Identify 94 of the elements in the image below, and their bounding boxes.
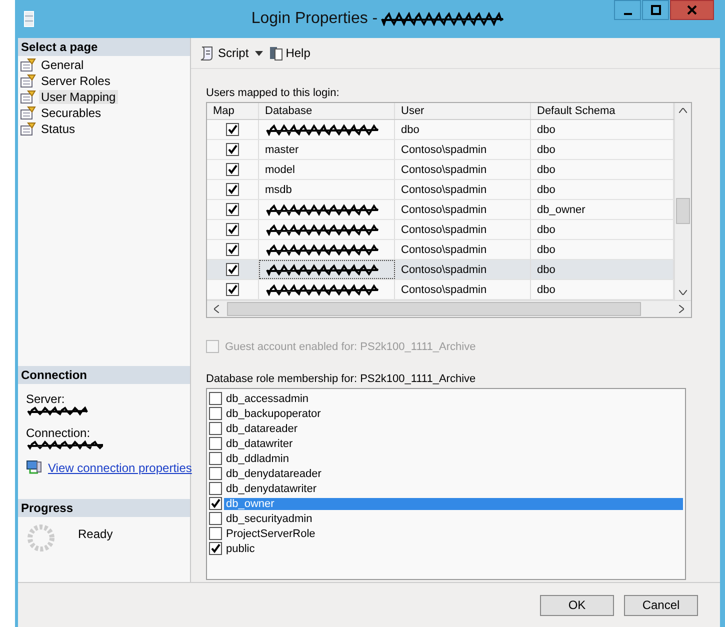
role-checkbox[interactable] bbox=[209, 392, 222, 405]
column-header[interactable]: Database bbox=[259, 103, 395, 119]
role-item[interactable]: db_securityadmin bbox=[224, 512, 683, 524]
section-header: Progress bbox=[18, 499, 190, 517]
grid-row[interactable]: msdb Contoso\spadmin dbo bbox=[207, 180, 674, 200]
map-checkbox[interactable] bbox=[226, 203, 239, 216]
role-item[interactable]: db_denydatawriter bbox=[224, 482, 683, 494]
role-checkbox[interactable] bbox=[209, 407, 222, 420]
page-item[interactable]: Securables bbox=[39, 106, 104, 120]
grid-row[interactable]: Contoso\spadmin db_owner bbox=[207, 200, 674, 220]
table-cell: Contoso\spadmin bbox=[395, 220, 531, 239]
table-cell: Contoso\spadmin bbox=[395, 160, 531, 179]
help-icon bbox=[268, 45, 283, 61]
column-header[interactable]: User bbox=[395, 103, 531, 119]
table-cell: model bbox=[259, 160, 395, 179]
role-checkbox[interactable] bbox=[209, 437, 222, 450]
role-item[interactable]: db_owner bbox=[224, 498, 683, 510]
map-checkbox[interactable] bbox=[226, 143, 239, 156]
role-item[interactable]: db_datawriter bbox=[224, 438, 683, 450]
scroll-down-icon[interactable] bbox=[679, 290, 687, 295]
close-button[interactable] bbox=[670, 0, 714, 20]
dialog-button[interactable]: OK bbox=[540, 594, 614, 616]
role-item[interactable]: db_accessadmin bbox=[224, 392, 683, 404]
grid-row[interactable]: Contoso\spadmin dbo bbox=[207, 260, 674, 280]
grid-row[interactable]: Contoso\spadmin dbo bbox=[207, 220, 674, 240]
role-checkbox[interactable] bbox=[209, 512, 222, 525]
scroll-icon bbox=[199, 45, 215, 61]
section-label: Database role membership for: PS2k100_1111_Archive bbox=[206, 373, 477, 385]
table-cell: msdb bbox=[259, 180, 395, 199]
grid-row[interactable]: dbo dbo bbox=[207, 120, 674, 140]
redaction-scribble bbox=[26, 406, 88, 416]
role-checkbox[interactable] bbox=[209, 497, 222, 510]
dropdown-caret-icon[interactable] bbox=[254, 50, 263, 56]
maximize-button[interactable] bbox=[642, 0, 669, 20]
minimize-icon bbox=[624, 13, 632, 15]
map-checkbox[interactable] bbox=[226, 123, 239, 136]
progress-status: Ready bbox=[78, 527, 113, 543]
table-cell: Contoso\spadmin bbox=[395, 280, 531, 299]
role-item[interactable]: db_ddladmin bbox=[224, 452, 683, 464]
role-item[interactable]: public bbox=[224, 542, 683, 554]
role-checkbox[interactable] bbox=[209, 467, 222, 480]
table-cell: Contoso\spadmin bbox=[395, 240, 531, 259]
table-cell: Contoso\spadmin bbox=[395, 260, 531, 279]
script-button[interactable]: Script bbox=[197, 45, 251, 61]
table-cell: Contoso\spadmin bbox=[395, 200, 531, 219]
table-cell: dbo bbox=[395, 120, 531, 139]
page-item[interactable]: General bbox=[39, 58, 86, 72]
map-checkbox[interactable] bbox=[226, 263, 239, 276]
table-cell: Contoso\spadmin bbox=[395, 180, 531, 199]
map-checkbox[interactable] bbox=[226, 223, 239, 236]
scroll-thumb[interactable] bbox=[676, 198, 690, 224]
page-item[interactable]: Status bbox=[39, 122, 78, 136]
table-cell: master bbox=[259, 140, 395, 159]
horizontal-scrollbar[interactable] bbox=[207, 300, 691, 317]
progress-spinner-icon bbox=[26, 523, 56, 553]
help-button[interactable]: Help bbox=[266, 45, 312, 61]
role-checkbox[interactable] bbox=[209, 542, 222, 555]
map-checkbox[interactable] bbox=[226, 183, 239, 196]
scroll-thumb[interactable] bbox=[227, 302, 641, 316]
page-item[interactable]: User Mapping bbox=[39, 90, 118, 104]
grid-row[interactable]: master Contoso\spadmin dbo bbox=[207, 140, 674, 160]
role-item[interactable]: db_backupoperator bbox=[224, 408, 683, 420]
section-label: Users mapped to this login: bbox=[206, 87, 340, 99]
section-header: Connection bbox=[18, 366, 190, 384]
map-checkbox[interactable] bbox=[226, 243, 239, 256]
scroll-up-icon[interactable] bbox=[679, 108, 687, 113]
server-label: Server: bbox=[26, 392, 65, 406]
grid-row[interactable]: model Contoso\spadmin dbo bbox=[207, 160, 674, 180]
table-cell: Contoso\spadmin bbox=[395, 140, 531, 159]
server-icon bbox=[24, 11, 34, 27]
vertical-scrollbar[interactable] bbox=[674, 103, 691, 300]
computer-icon bbox=[26, 460, 42, 475]
role-item[interactable]: db_denydatareader bbox=[224, 468, 683, 480]
role-item[interactable]: ProjectServerRole bbox=[224, 528, 683, 540]
column-header[interactable]: Map bbox=[207, 103, 259, 119]
map-checkbox[interactable] bbox=[226, 163, 239, 176]
window-title: Login Properties - bbox=[251, 10, 378, 28]
connection-label: Connection: bbox=[26, 426, 90, 440]
scroll-right-icon[interactable] bbox=[679, 305, 684, 313]
guest-label: Guest account enabled for: PS2k100_1111_Archive bbox=[225, 340, 476, 352]
role-item[interactable]: db_datareader bbox=[224, 422, 683, 434]
dialog-button[interactable]: Cancel bbox=[624, 594, 698, 616]
section-header: Select a page bbox=[18, 38, 190, 56]
map-checkbox[interactable] bbox=[226, 283, 239, 296]
connection-properties-link[interactable]: View connection properties bbox=[48, 460, 192, 474]
role-checkbox[interactable] bbox=[209, 482, 222, 495]
role-checkbox[interactable] bbox=[209, 422, 222, 435]
role-checkbox[interactable] bbox=[209, 452, 222, 465]
minimize-button[interactable] bbox=[614, 0, 641, 20]
role-checkbox[interactable] bbox=[209, 527, 222, 540]
maximize-icon bbox=[650, 5, 660, 15]
close-icon bbox=[687, 5, 697, 15]
scroll-left-icon[interactable] bbox=[214, 305, 219, 313]
page-item[interactable]: Server Roles bbox=[39, 74, 112, 88]
